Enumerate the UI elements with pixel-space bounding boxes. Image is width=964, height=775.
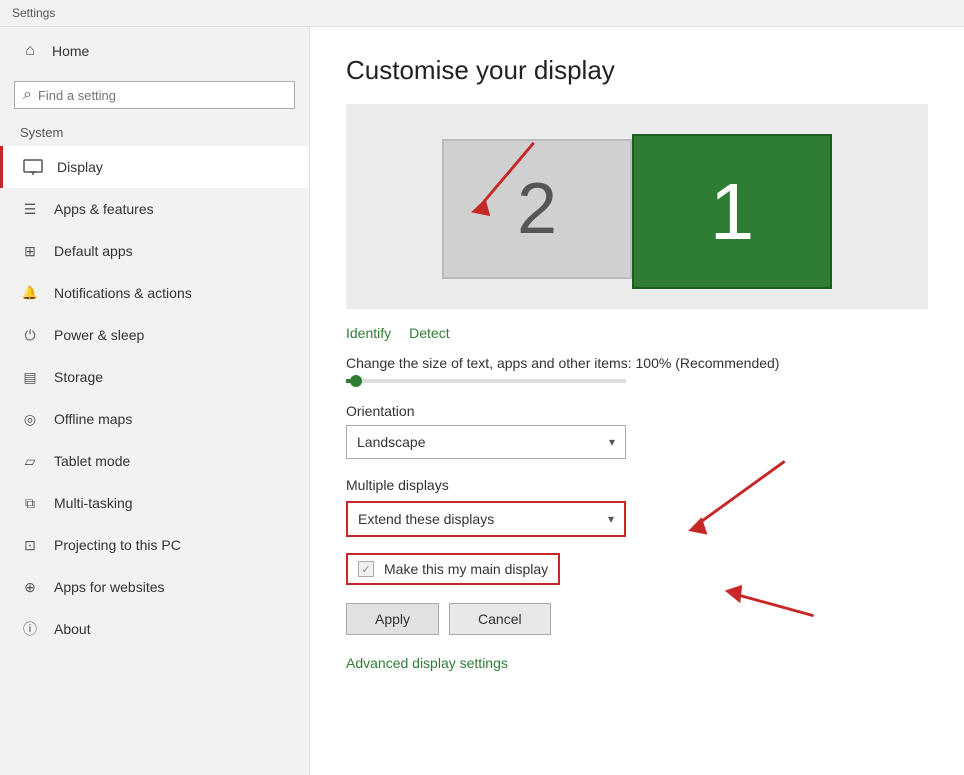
- home-label: Home: [52, 43, 89, 59]
- storage-icon: [20, 367, 40, 387]
- sidebar-item-offline-maps[interactable]: Offline maps: [0, 398, 309, 440]
- sidebar-item-apps-websites[interactable]: Apps for websites: [0, 566, 309, 608]
- sidebar-item-projecting[interactable]: Projecting to this PC: [0, 524, 309, 566]
- monitor-1[interactable]: 1: [632, 134, 832, 289]
- cancel-button[interactable]: Cancel: [449, 603, 551, 635]
- sidebar-item-display-label: Display: [57, 159, 103, 175]
- slider-thumb[interactable]: [350, 375, 362, 387]
- title-bar: Settings: [0, 0, 964, 27]
- sidebar-item-about-label: About: [54, 621, 91, 637]
- sidebar-item-projecting-label: Projecting to this PC: [54, 537, 181, 553]
- slider-container: [346, 379, 928, 383]
- page-title: Customise your display: [346, 55, 928, 86]
- power-icon: [20, 325, 40, 345]
- checkbox-check: ✓: [361, 563, 370, 576]
- sidebar-item-multi-tasking-label: Multi-tasking: [54, 495, 133, 511]
- multiple-displays-arrow: ▾: [608, 512, 614, 526]
- multiple-displays-value: Extend these displays: [358, 511, 494, 527]
- detect-link[interactable]: Detect: [409, 325, 449, 341]
- home-icon: [20, 41, 40, 61]
- apps-icon: [20, 199, 40, 219]
- advanced-display-link[interactable]: Advanced display settings: [346, 655, 508, 671]
- sidebar-item-storage-label: Storage: [54, 369, 103, 385]
- orientation-label: Orientation: [346, 403, 928, 419]
- main-display-checkbox[interactable]: ✓: [358, 561, 374, 577]
- multiple-displays-label: Multiple displays: [346, 477, 928, 493]
- slider-track[interactable]: [346, 379, 626, 383]
- offline-icon: [20, 409, 40, 429]
- monitor-2[interactable]: 2: [442, 139, 632, 279]
- title-label: Settings: [12, 6, 55, 20]
- display-preview: 2 1: [346, 104, 928, 309]
- multi-icon: [20, 493, 40, 513]
- orientation-dropdown-arrow: ▾: [609, 435, 615, 449]
- system-label: System: [0, 119, 309, 146]
- multiple-displays-dropdown[interactable]: Extend these displays ▾: [346, 501, 626, 537]
- display-actions: Identify Detect: [346, 325, 928, 341]
- sidebar-item-tablet-mode[interactable]: Tablet mode: [0, 440, 309, 482]
- scaling-label: Change the size of text, apps and other …: [346, 355, 928, 371]
- sidebar-item-tablet-mode-label: Tablet mode: [54, 453, 130, 469]
- monitor-2-label: 2: [517, 168, 557, 250]
- sidebar-item-default-apps-label: Default apps: [54, 243, 133, 259]
- main-display-row: ✓ Make this my main display: [346, 553, 560, 585]
- sidebar-item-about[interactable]: About: [0, 608, 309, 650]
- about-icon: [20, 619, 40, 639]
- sidebar: Home System Display Apps & features De: [0, 27, 310, 775]
- sidebar-item-display[interactable]: Display: [0, 146, 309, 188]
- sidebar-item-multi-tasking[interactable]: Multi-tasking: [0, 482, 309, 524]
- buttons-row: Apply Cancel: [346, 603, 928, 635]
- tablet-icon: [20, 451, 40, 471]
- notif-icon: [20, 283, 40, 303]
- main-display-label: Make this my main display: [384, 561, 548, 577]
- sidebar-item-apps-websites-label: Apps for websites: [54, 579, 165, 595]
- orientation-value: Landscape: [357, 434, 426, 450]
- display-icon: [23, 157, 43, 177]
- sidebar-item-apps-features[interactable]: Apps & features: [0, 188, 309, 230]
- default-icon: [20, 241, 40, 261]
- search-input[interactable]: [38, 88, 286, 103]
- orientation-dropdown[interactable]: Landscape ▾: [346, 425, 626, 459]
- home-item[interactable]: Home: [0, 27, 309, 75]
- apply-button[interactable]: Apply: [346, 603, 439, 635]
- identify-link[interactable]: Identify: [346, 325, 391, 341]
- search-box[interactable]: [14, 81, 295, 109]
- sidebar-item-notifications[interactable]: Notifications & actions: [0, 272, 309, 314]
- monitor-1-label: 1: [710, 166, 755, 258]
- sidebar-item-notifications-label: Notifications & actions: [54, 285, 192, 301]
- project-icon: [20, 535, 40, 555]
- sidebar-item-apps-features-label: Apps & features: [54, 201, 154, 217]
- sidebar-item-power-sleep-label: Power & sleep: [54, 327, 144, 343]
- content-area: Customise your display 2 1 Identify Dete…: [310, 27, 964, 775]
- sidebar-item-default-apps[interactable]: Default apps: [0, 230, 309, 272]
- sidebar-item-power-sleep[interactable]: Power & sleep: [0, 314, 309, 356]
- search-icon: [23, 86, 32, 104]
- sidebar-item-storage[interactable]: Storage: [0, 356, 309, 398]
- sidebar-item-offline-maps-label: Offline maps: [54, 411, 132, 427]
- appsweb-icon: [20, 577, 40, 597]
